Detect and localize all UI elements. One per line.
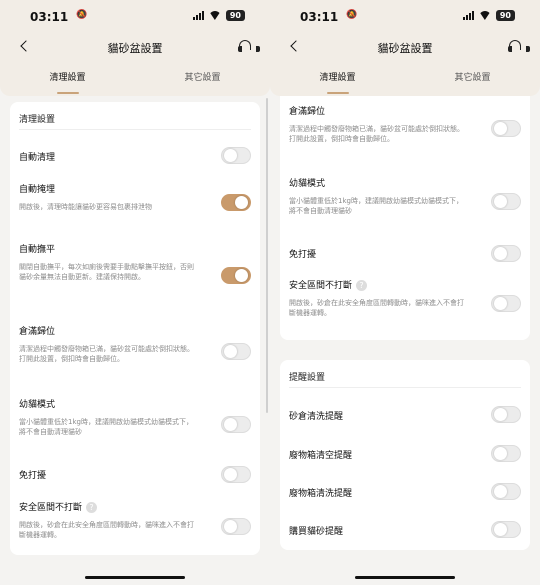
setting-desc: 關閉自動撫平，每次如廁後需要手動點擊撫平按鈕，否則貓砂余量無法自動更新。建議保持… <box>19 263 194 281</box>
divider <box>289 387 521 388</box>
section-title: 提醒設置 <box>289 373 326 383</box>
setting-label: 安全區間不打斷? <box>289 278 368 291</box>
page-title: 貓砂盆設置 <box>107 42 163 55</box>
wifi-icon <box>209 11 221 20</box>
tab-bar: 清理設置 其它設置 <box>0 64 270 96</box>
setting-label: 免打擾 <box>19 471 47 481</box>
signal-icon <box>462 11 474 20</box>
setting-desc: 開啟後，砂倉在此安全角度區間轉動時，貓咪進入不會打斷機器運轉。 <box>289 299 464 317</box>
setting-label: 自動撫平 <box>19 245 56 255</box>
battery-icon: 90 <box>495 10 515 21</box>
divider <box>19 129 251 130</box>
battery-icon: 90 <box>225 10 245 21</box>
status-time: 03:11 <box>30 10 69 24</box>
full-reset-toggle[interactable] <box>491 120 521 137</box>
kitten-mode-toggle[interactable] <box>221 416 251 433</box>
tab-other-settings[interactable]: 其它設置 <box>405 64 540 96</box>
tab-bar: 清理設置 其它設置 <box>270 64 540 96</box>
setting-label: 幼貓模式 <box>289 179 326 189</box>
scrollbar[interactable] <box>266 98 268 413</box>
top-bar: 03:11 🔕 90 貓砂盆設置 清理設置 其它設置 <box>270 0 540 96</box>
signal-icon <box>192 11 204 20</box>
home-indicator[interactable] <box>355 576 455 579</box>
headset-icon[interactable] <box>238 40 260 53</box>
screen-right: 03:11 🔕 90 貓砂盆設置 清理設置 其它設置 倉滿歸位 清潔過程中觸發廢… <box>270 0 540 585</box>
cleaning-settings-card: 清理設置 自動清理 自動掩埋 開啟後，清理時能讓貓砂更容易包裹排泄物 自動撫平 … <box>10 102 260 555</box>
auto-bury-toggle[interactable] <box>221 194 251 211</box>
home-indicator[interactable] <box>85 576 185 579</box>
buy-litter-reminder-toggle[interactable] <box>491 521 521 538</box>
page-title: 貓砂盆設置 <box>377 42 433 55</box>
setting-label: 倉滿歸位 <box>19 327 56 337</box>
setting-label: 自動清理 <box>19 153 56 163</box>
setting-desc: 開啟後，清理時能讓貓砂更容易包裹排泄物 <box>19 203 152 211</box>
tab-other-settings[interactable]: 其它設置 <box>135 64 270 96</box>
setting-label-text: 安全區間不打斷 <box>19 503 83 513</box>
safe-zone-toggle[interactable] <box>221 518 251 535</box>
mute-icon: 🔕 <box>76 10 88 20</box>
do-not-disturb-toggle[interactable] <box>491 245 521 262</box>
setting-label-text: 安全區間不打斷 <box>289 281 353 291</box>
setting-label: 砂倉清洗提醒 <box>289 412 344 422</box>
setting-label: 自動掩埋 <box>19 185 56 195</box>
setting-label: 免打擾 <box>289 250 317 260</box>
litter-wash-reminder-toggle[interactable] <box>491 406 521 423</box>
auto-level-toggle[interactable] <box>221 267 251 284</box>
safe-zone-toggle[interactable] <box>491 295 521 312</box>
setting-label: 幼貓模式 <box>19 400 56 410</box>
auto-clean-toggle[interactable] <box>221 147 251 164</box>
status-time: 03:11 <box>300 10 339 24</box>
setting-label: 安全區間不打斷? <box>19 500 98 513</box>
info-icon[interactable]: ? <box>86 502 98 513</box>
full-reset-toggle[interactable] <box>221 343 251 360</box>
waste-empty-reminder-toggle[interactable] <box>491 445 521 462</box>
setting-desc: 當小貓體重低於1kg時，建議開啟幼貓模式幼貓模式下，將不會自動清理貓砂 <box>289 197 463 215</box>
setting-desc: 清潔過程中觸發廢物箱已滿，貓砂盆可能處於倒扣狀態。打開此設置，倒扣時會自動歸位。 <box>19 345 194 363</box>
info-icon[interactable]: ? <box>356 280 368 291</box>
setting-desc: 開啟後，砂倉在此安全角度區間轉動時，貓咪進入不會打斷機器運轉。 <box>19 521 194 539</box>
tab-cleaning-settings[interactable]: 清理設置 <box>270 64 405 96</box>
waste-wash-reminder-toggle[interactable] <box>491 483 521 500</box>
setting-label: 購買貓砂提醒 <box>289 527 344 537</box>
status-icons: 90 <box>462 10 515 21</box>
setting-desc: 清潔過程中觸發廢物箱已滿，貓砂盆可能處於倒扣狀態。打開此設置，倒扣時會自動歸位。 <box>289 125 464 143</box>
setting-label: 廢物箱清空提醒 <box>289 451 353 461</box>
screen-left: 03:11 🔕 90 貓砂盆設置 清理設置 其它設置 清理設置 自動清理 自動掩… <box>0 0 270 585</box>
reminder-settings-card: 提醒設置 砂倉清洗提醒 廢物箱清空提醒 廢物箱清洗提醒 購買貓砂提醒 <box>280 360 530 550</box>
setting-label: 廢物箱清洗提醒 <box>289 489 353 499</box>
setting-label: 倉滿歸位 <box>289 107 326 117</box>
headset-icon[interactable] <box>508 40 530 53</box>
mute-icon: 🔕 <box>346 10 358 20</box>
tab-cleaning-settings[interactable]: 清理設置 <box>0 64 135 96</box>
status-icons: 90 <box>192 10 245 21</box>
setting-desc: 當小貓體重低於1kg時，建議開啟幼貓模式幼貓模式下，將不會自動清理貓砂 <box>19 418 193 436</box>
wifi-icon <box>479 11 491 20</box>
kitten-mode-toggle[interactable] <box>491 193 521 210</box>
section-title: 清理設置 <box>19 115 56 125</box>
top-bar: 03:11 🔕 90 貓砂盆設置 清理設置 其它設置 <box>0 0 270 96</box>
cleaning-settings-card: 倉滿歸位 清潔過程中觸發廢物箱已滿，貓砂盆可能處於倒扣狀態。打開此設置，倒扣時會… <box>280 96 530 340</box>
do-not-disturb-toggle[interactable] <box>221 466 251 483</box>
